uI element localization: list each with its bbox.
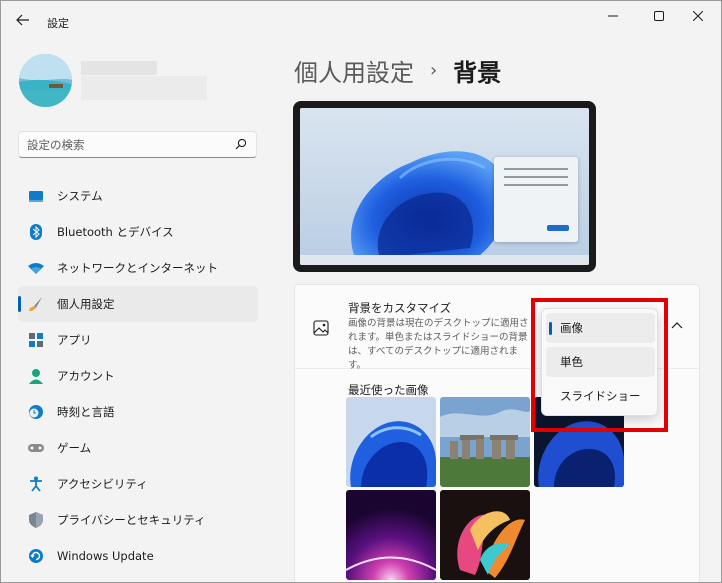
window-title: 設定 xyxy=(47,17,69,30)
recent-image-thumbnail[interactable] xyxy=(346,397,436,487)
bloom-blue-image xyxy=(346,397,436,487)
sidebar-item-label: システム xyxy=(57,189,103,203)
sidebar-item-label: 時刻と言語 xyxy=(57,405,115,419)
recent-image-thumbnail[interactable] xyxy=(440,490,530,580)
person-icon xyxy=(28,368,44,384)
sidebar-item-label: Bluetooth とデバイス xyxy=(57,225,174,239)
gamepad-icon xyxy=(28,440,44,456)
apps-icon xyxy=(28,332,44,348)
back-arrow-icon xyxy=(16,14,29,26)
sidebar-item-apps[interactable]: アプリ xyxy=(18,322,258,358)
accessibility-icon xyxy=(28,476,44,492)
sidebar-nav: システム Bluetooth とデバイス ネットワークとインターネット 個人用設… xyxy=(18,178,258,574)
update-icon xyxy=(28,548,44,564)
sidebar-item-label: 個人用設定 xyxy=(57,297,115,311)
sidebar-item-system[interactable]: システム xyxy=(18,178,258,214)
breadcrumb-parent[interactable]: 個人用設定 xyxy=(294,53,414,88)
bluetooth-icon xyxy=(28,224,44,240)
search-input[interactable] xyxy=(27,137,227,153)
breadcrumb-separator: › xyxy=(430,60,438,81)
preview-screen xyxy=(300,108,589,265)
image-icon xyxy=(313,320,329,336)
wifi-icon xyxy=(28,260,44,276)
user-email-blurred xyxy=(81,76,207,100)
sidebar-item-accessibility[interactable]: アクセシビリティ xyxy=(18,466,258,502)
background-card-title: 背景をカスタマイズ xyxy=(348,301,452,315)
window-mock-lines-icon xyxy=(504,168,569,231)
sidebar-item-windows-update[interactable]: Windows Update xyxy=(18,538,258,574)
sidebar-item-label: アクセシビリティ xyxy=(57,477,148,491)
sidebar-item-privacy[interactable]: プライバシーとセキュリティ xyxy=(18,502,258,538)
search-icon[interactable] xyxy=(234,137,248,151)
sidebar-item-gaming[interactable]: ゲーム xyxy=(18,430,258,466)
background-card-description: 画像の背景は現在のデスクトップに適用されます。単色またはスライドショーの背景は、… xyxy=(348,318,529,371)
title-bar: 設定 xyxy=(1,1,721,37)
stonehenge-image xyxy=(440,397,530,487)
back-button[interactable] xyxy=(11,9,35,31)
sidebar-item-accounts[interactable]: アカウント xyxy=(18,358,258,394)
maximize-icon xyxy=(654,11,664,21)
minimize-button[interactable] xyxy=(590,1,636,31)
abstract-flower-image xyxy=(440,490,530,580)
beach-photo-icon xyxy=(19,54,72,107)
recent-images-label: 最近使った画像 xyxy=(348,383,429,397)
desktop-preview xyxy=(293,101,596,272)
breadcrumb: 個人用設定 › 背景 xyxy=(294,53,501,88)
sidebar-item-network[interactable]: ネットワークとインターネット xyxy=(18,250,258,286)
search-box[interactable] xyxy=(18,131,257,158)
clock-globe-icon xyxy=(28,404,44,420)
chevron-up-icon[interactable] xyxy=(671,321,683,329)
sidebar-item-label: ゲーム xyxy=(57,441,92,455)
close-button[interactable] xyxy=(675,1,721,31)
preview-window-mock xyxy=(494,157,578,242)
minimize-icon xyxy=(608,15,618,17)
sidebar-item-time-language[interactable]: 時刻と言語 xyxy=(18,394,258,430)
sidebar-item-label: アプリ xyxy=(57,333,92,347)
avatar xyxy=(19,54,72,107)
close-icon xyxy=(693,11,703,21)
shield-icon xyxy=(28,512,44,528)
sidebar-item-bluetooth[interactable]: Bluetooth とデバイス xyxy=(18,214,258,250)
monitor-icon xyxy=(28,188,44,204)
brush-icon xyxy=(28,296,44,312)
sidebar-item-label: Windows Update xyxy=(57,549,154,563)
recent-image-thumbnail[interactable] xyxy=(346,490,436,580)
sidebar-item-label: アカウント xyxy=(57,369,115,383)
settings-window: 設定 システム Bluetooth とデバイス xyxy=(0,0,722,583)
page-title: 背景 xyxy=(453,59,502,87)
user-name-blurred xyxy=(81,61,157,75)
sidebar-item-personalization[interactable]: 個人用設定 xyxy=(18,286,258,322)
recent-image-thumbnail[interactable] xyxy=(440,397,530,487)
highlight-annotation-box xyxy=(531,298,668,432)
glow-purple-image xyxy=(346,490,436,580)
sidebar-item-label: プライバシーとセキュリティ xyxy=(57,513,206,527)
sidebar-item-label: ネットワークとインターネット xyxy=(57,261,218,275)
preview-taskbar xyxy=(300,255,589,265)
